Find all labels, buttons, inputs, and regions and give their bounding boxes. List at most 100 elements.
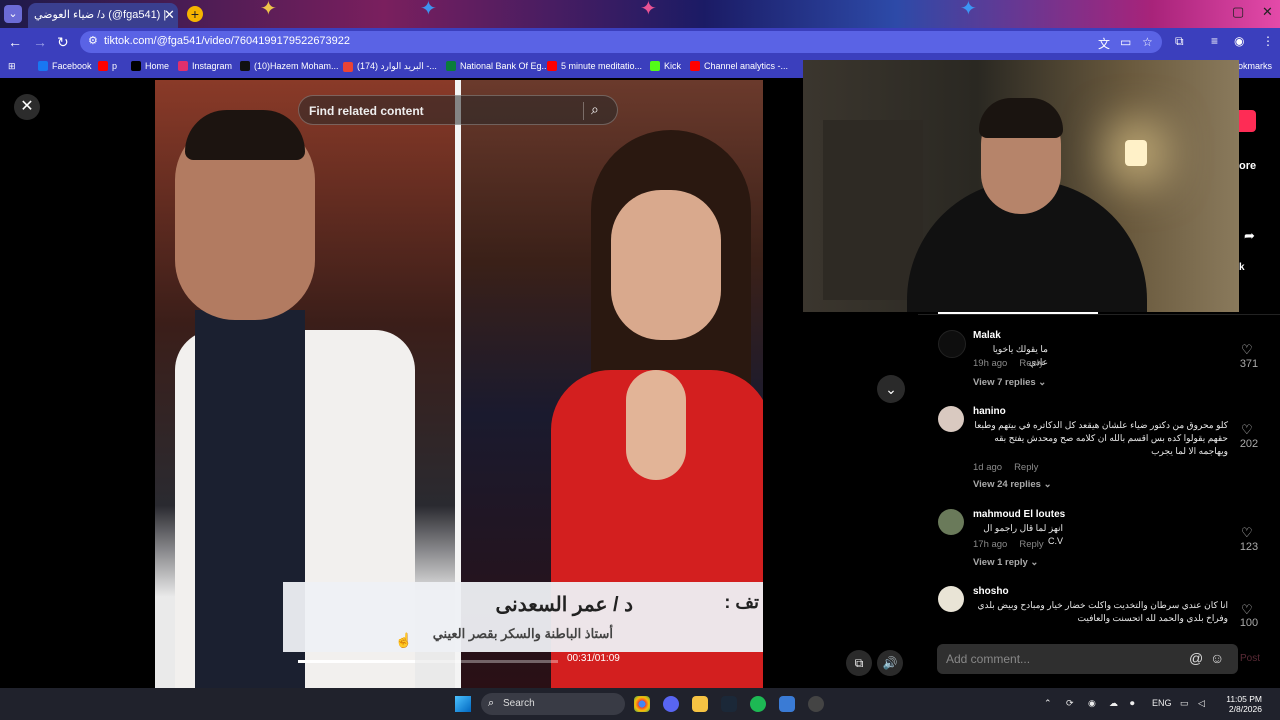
tab-title: د/ ضياء العوضي (@fga541) | — [34, 9, 167, 21]
bookmark-item[interactable]: Instagram — [178, 61, 232, 71]
search-icon: ⌕ — [488, 697, 495, 709]
close-video-button[interactable]: ✕ — [14, 94, 40, 120]
more-link-fragment[interactable]: ore — [1239, 160, 1256, 172]
close-tab-icon[interactable]: ✕ — [164, 7, 175, 23]
tray-chevron-icon[interactable]: ⌃ — [1044, 698, 1052, 709]
app-icon[interactable] — [808, 696, 824, 712]
speaker-icon[interactable]: ◁ — [1198, 698, 1205, 709]
emoji-icon[interactable]: ☺ — [1210, 650, 1224, 666]
menu-icon[interactable]: ⋮ — [1262, 34, 1274, 48]
bookmark-item[interactable]: (10)Hazem Moham... — [240, 61, 339, 71]
address-bar-row: ← → ↻ ⚙ tiktok.com/@fga541/video/7604199… — [0, 28, 1280, 56]
view-replies-button[interactable]: View 24 replies ⌄ — [973, 479, 1052, 490]
new-tab-button[interactable]: + — [187, 6, 203, 22]
video-player[interactable]: تف : د / عمر السعدنى أستاذ الباطنة والسك… — [155, 80, 763, 688]
video-progress-fill — [298, 660, 415, 663]
video-progress-bar[interactable] — [298, 660, 558, 663]
volume-icon[interactable]: 🔊 — [877, 650, 903, 676]
sync-icon[interactable]: ⟳ — [1066, 698, 1074, 709]
taskbar-search[interactable]: ⌕ Search — [481, 693, 625, 715]
picture-in-picture-button[interactable]: ⧉ — [846, 650, 872, 676]
bookmark-label: Kick — [664, 61, 682, 71]
comment-user[interactable]: hanino — [973, 406, 1006, 417]
comment-user[interactable]: shosho — [973, 586, 1009, 597]
like-heart-icon[interactable]: ♡ — [1241, 602, 1253, 618]
reply-button[interactable]: Reply — [1014, 462, 1038, 473]
comment-time: 17h ago — [973, 539, 1008, 550]
view-replies-button[interactable]: View 7 replies ⌄ — [973, 377, 1046, 388]
bookmark-label: (10)Hazem Moham... — [254, 61, 339, 71]
system-clock[interactable]: 11:05 PM 2/8/2026 — [1216, 694, 1262, 714]
share-icon[interactable]: ➦ — [1244, 228, 1255, 244]
like-count: 202 — [1239, 438, 1259, 450]
avatar[interactable] — [938, 330, 966, 358]
avatar[interactable] — [938, 406, 964, 432]
bookmark-item[interactable]: Home — [131, 61, 169, 71]
follow-button-fragment[interactable] — [1239, 110, 1256, 132]
bookmark-item[interactable]: Channel analytics -... — [690, 61, 788, 71]
omnibox[interactable]: ⚙ tiktok.com/@fga541/video/7604199179522… — [80, 31, 1162, 53]
search-icon[interactable]: ⌕ — [591, 101, 599, 118]
photos-icon[interactable] — [779, 696, 795, 712]
copy-link-fragment[interactable]: k — [1239, 262, 1245, 273]
next-video-chevron-icon[interactable]: ⌄ — [877, 375, 905, 403]
extensions-icon[interactable]: ⧉ — [1175, 34, 1184, 49]
bookmark-item[interactable]: Kick — [650, 61, 681, 71]
comment-text: انا كان عندي سرطان والتخديت واكلت خضار خ… — [977, 600, 1228, 623]
discord-tray-icon[interactable]: ◉ — [1088, 698, 1096, 709]
bookmark-label: National Bank Of Eg... — [460, 61, 550, 71]
cloud-icon[interactable]: ☁ — [1109, 698, 1118, 709]
file-explorer-icon[interactable] — [692, 696, 708, 712]
cast-icon[interactable]: ▭ — [1120, 35, 1131, 49]
comment-item: mahmoud El loutes انهز لما قال راجمو ال … — [938, 509, 1268, 569]
reload-icon[interactable]: ↻ — [57, 34, 69, 51]
discord-icon[interactable] — [663, 696, 679, 712]
taskbar-search-label: Search — [503, 698, 535, 709]
avatar[interactable] — [938, 586, 964, 612]
bookmark-item[interactable]: p — [98, 61, 117, 71]
like-heart-icon[interactable]: ♡ — [1241, 342, 1253, 358]
mouse-cursor-icon: ☝ — [395, 632, 413, 648]
maximize-icon[interactable]: ▢ — [1232, 4, 1244, 20]
profile-avatar-icon[interactable]: ◉ — [1234, 34, 1244, 48]
forward-icon[interactable]: → — [33, 34, 47, 50]
bookmark-favicon-icon — [38, 61, 48, 71]
site-info-icon[interactable]: ⚙ — [88, 34, 98, 47]
spotify-icon[interactable] — [750, 696, 766, 712]
tab-search-button[interactable]: ⌄ — [4, 5, 22, 23]
reply-button[interactable]: Reply — [1019, 539, 1043, 550]
bookmark-item[interactable]: Facebook — [38, 61, 92, 71]
bookmark-item[interactable]: (174) البريد الوارد -... — [343, 61, 437, 72]
chrome-icon[interactable] — [634, 696, 650, 712]
bookmark-favicon-icon — [98, 61, 108, 71]
translate-icon[interactable]: 文 — [1098, 35, 1110, 52]
bookmark-label: Facebook — [52, 61, 92, 71]
like-heart-icon[interactable]: ♡ — [1241, 525, 1253, 541]
tab-tiktok[interactable]: د/ ضياء العوضي (@fga541) | — [28, 3, 178, 28]
reply-button[interactable]: Reply — [1019, 358, 1043, 369]
view-replies-button[interactable]: View 1 reply ⌄ — [973, 557, 1038, 568]
comment-user[interactable]: mahmoud El loutes — [973, 509, 1065, 520]
post-button[interactable]: Post — [1240, 653, 1260, 664]
find-related-search[interactable]: Find related content ⌕ — [298, 95, 618, 125]
windows-start-icon[interactable] — [455, 696, 471, 712]
mention-icon[interactable]: @ — [1189, 650, 1203, 666]
media-icon[interactable]: ≡ — [1211, 34, 1218, 48]
like-heart-icon[interactable]: ♡ — [1241, 422, 1253, 438]
steam-icon[interactable] — [721, 696, 737, 712]
comment-input[interactable]: Add comment... @ ☺ — [937, 644, 1238, 674]
network-icon[interactable]: ▭ — [1180, 698, 1189, 709]
apps-grid-icon[interactable]: ⊞ — [8, 61, 16, 72]
avatar[interactable] — [938, 509, 964, 535]
language-indicator[interactable]: ENG — [1152, 698, 1172, 708]
close-window-icon[interactable]: ✕ — [1262, 4, 1273, 20]
windows-taskbar: ⌕ Search ⌃ ⟳ ◉ ☁ ⏺ ENG ▭ ◁ 11:05 PM 2/8/… — [0, 688, 1280, 720]
bookmark-item[interactable]: National Bank Of Eg... — [446, 61, 549, 71]
microphone-icon[interactable]: ⏺ — [1130, 698, 1135, 709]
bookmark-label: (174) البريد الوارد -... — [357, 61, 437, 71]
back-icon[interactable]: ← — [8, 34, 22, 50]
bookmark-item[interactable]: 5 minute meditatio... — [547, 61, 642, 71]
caption-title: أستاذ الباطنة والسكر بقصر العيني — [432, 626, 613, 641]
bookmark-star-icon[interactable]: ☆ — [1142, 35, 1153, 49]
comment-user[interactable]: Malak — [973, 330, 1001, 341]
